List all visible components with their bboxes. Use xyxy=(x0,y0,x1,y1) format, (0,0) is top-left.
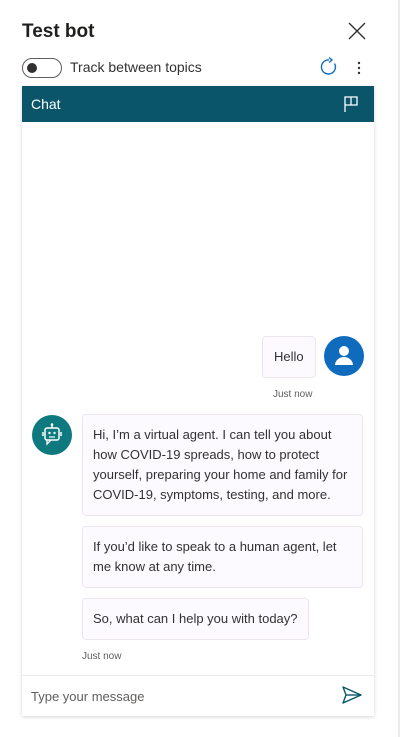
user-message-timestamp: Just now xyxy=(273,389,313,400)
close-icon xyxy=(348,22,366,40)
refresh-button[interactable] xyxy=(319,56,339,77)
flag-button[interactable] xyxy=(342,95,360,113)
close-button[interactable] xyxy=(346,20,368,42)
refresh-icon xyxy=(320,56,337,75)
chat-header-label: Chat xyxy=(31,96,61,112)
chat-panel: Chat Hello Just now Hi, I’m a virtual ag… xyxy=(22,86,374,716)
bot-avatar xyxy=(32,415,72,455)
bot-message: Hi, I’m a virtual agent. I can tell you … xyxy=(82,414,363,516)
message-input[interactable] xyxy=(31,684,331,708)
panel-header: Test bot xyxy=(22,18,374,48)
more-options-button[interactable] xyxy=(354,58,364,78)
more-vertical-icon xyxy=(357,61,361,75)
track-topics-label: Track between topics xyxy=(70,59,202,75)
toggle-knob xyxy=(27,63,37,73)
user-icon xyxy=(335,346,353,365)
track-topics-toggle[interactable] xyxy=(22,58,62,78)
flag-icon xyxy=(344,96,358,112)
bot-message-timestamp: Just now xyxy=(82,651,122,662)
bot-message: If you’d like to speak to a human agent,… xyxy=(82,526,363,588)
send-icon xyxy=(342,686,362,704)
toolbar: Track between topics xyxy=(22,56,374,80)
send-button[interactable] xyxy=(341,684,363,706)
user-message: Hello xyxy=(262,336,316,378)
bot-icon xyxy=(42,423,62,446)
chat-header: Chat xyxy=(22,86,374,122)
panel-title: Test bot xyxy=(22,21,95,42)
message-composer xyxy=(22,675,374,716)
user-avatar xyxy=(324,336,364,376)
bot-message: So, what can I help you with today? xyxy=(82,598,309,640)
